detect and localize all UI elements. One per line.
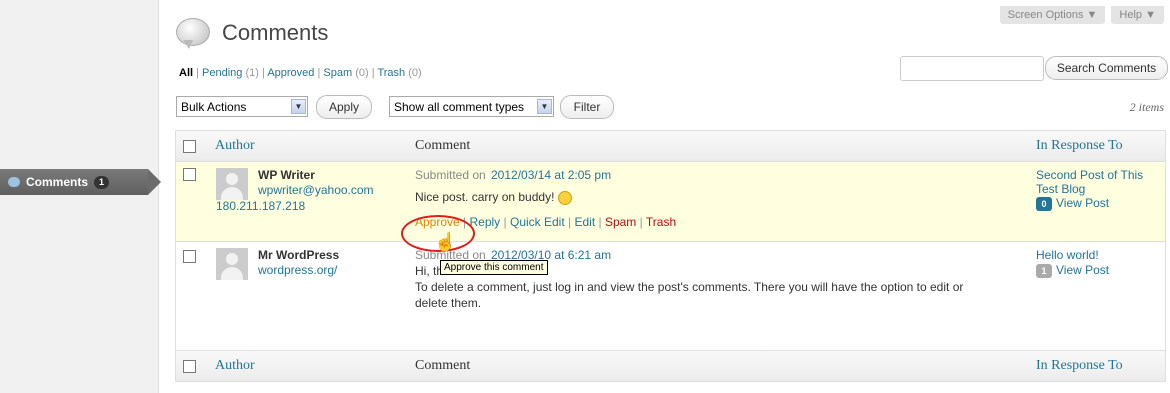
column-author[interactable]: Author: [215, 138, 255, 154]
response-view: 1 View Post: [1036, 263, 1109, 278]
filter-button[interactable]: Filter: [560, 95, 614, 119]
bulk-actions-select[interactable]: Bulk Actions ▼: [176, 96, 308, 117]
spam-link[interactable]: Spam: [605, 215, 636, 229]
response-view: 0 View Post: [1036, 196, 1109, 211]
search-input[interactable]: [900, 56, 1044, 81]
comments-table: Author Comment In Response To WP Writer …: [175, 130, 1166, 382]
filter-trash[interactable]: Trash: [377, 67, 405, 79]
pending-count: (1): [245, 67, 259, 79]
column-response[interactable]: In Response To: [1036, 138, 1123, 154]
chevron-down-icon: ▼: [537, 99, 552, 114]
comment-count-bubble-icon[interactable]: 0: [1036, 196, 1052, 211]
quick-edit-link[interactable]: Quick Edit: [510, 215, 565, 229]
table-row: Mr WordPress wordpress.org/ Submitted on…: [176, 241, 1165, 350]
spam-count: (0): [355, 67, 369, 79]
comment-body: Nice post. carry on buddy!: [415, 190, 555, 204]
apply-button[interactable]: Apply: [316, 95, 372, 119]
author-name: WP Writer: [258, 168, 315, 182]
response-post-link[interactable]: Hello world!: [1036, 248, 1099, 262]
table-header: Author Comment In Response To: [176, 131, 1165, 161]
bulk-actions-value: Bulk Actions: [181, 100, 247, 114]
column-author[interactable]: Author: [215, 358, 255, 374]
author-email[interactable]: wpwriter@yahoo.com: [258, 183, 374, 197]
author-url[interactable]: wordpress.org/: [258, 263, 337, 277]
help-button[interactable]: Help ▼: [1111, 6, 1164, 24]
page-title: Comments: [222, 20, 329, 45]
filter-all[interactable]: All: [179, 67, 193, 79]
admin-sidebar: [0, 0, 159, 393]
view-post-link[interactable]: View Post: [1056, 263, 1109, 277]
comment-line: delete them.: [415, 296, 482, 310]
approve-tooltip: Approve this comment: [440, 260, 548, 275]
trash-link[interactable]: Trash: [646, 215, 676, 229]
author-ip[interactable]: 180.211.187.218: [216, 199, 305, 213]
screen-meta-links: Screen Options ▼ Help ▼: [999, 6, 1164, 24]
edit-link[interactable]: Edit: [574, 215, 595, 229]
view-post-link[interactable]: View Post: [1056, 196, 1109, 210]
comment-bubble-icon: [8, 177, 20, 187]
row-checkbox[interactable]: [183, 250, 196, 263]
hand-cursor-icon: ☝: [434, 232, 457, 252]
comments-page-icon: [176, 18, 210, 46]
select-all-checkbox[interactable]: [183, 360, 196, 373]
column-comment: Comment: [415, 358, 471, 373]
avatar: [216, 248, 248, 280]
submitted-date[interactable]: 2012/03/14 at 2:05 pm: [491, 168, 611, 182]
row-checkbox[interactable]: [183, 168, 196, 181]
reply-link[interactable]: Reply: [470, 215, 501, 229]
search-comments-button[interactable]: Search Comments: [1045, 56, 1168, 80]
filter-spam[interactable]: Spam: [323, 67, 352, 79]
filter-pending[interactable]: Pending: [202, 67, 242, 79]
sidebar-item-label: Comments: [26, 175, 89, 189]
items-count: 2 items: [1129, 100, 1164, 114]
table-footer: Author Comment In Response To: [176, 350, 1165, 381]
screen-options-button[interactable]: Screen Options ▼: [999, 6, 1106, 24]
submitted-prefix: Submitted on: [415, 168, 486, 182]
comment-text: Nice post. carry on buddy!: [415, 190, 573, 205]
pending-count-badge: 1: [94, 175, 110, 189]
column-comment: Comment: [415, 138, 471, 153]
column-response[interactable]: In Response To: [1036, 358, 1123, 374]
response-post-link[interactable]: Second Post of This Test Blog: [1036, 168, 1151, 196]
chevron-down-icon: ▼: [291, 99, 306, 114]
smiley-icon: [558, 190, 573, 205]
comments-page-icon-tail: [183, 40, 193, 49]
comment-line: To delete a comment, just log in and vie…: [415, 280, 964, 294]
sidebar-item-comments[interactable]: Comments 1: [0, 169, 161, 195]
comment-type-value: Show all comment types: [394, 100, 525, 114]
status-filter-links: All | Pending (1) | Approved | Spam (0) …: [179, 67, 422, 79]
author-name: Mr WordPress: [258, 248, 340, 262]
trash-count: (0): [408, 67, 422, 79]
comment-count-bubble-icon[interactable]: 1: [1036, 263, 1052, 278]
select-all-checkbox[interactable]: [183, 140, 196, 153]
avatar: [216, 168, 248, 200]
table-row: WP Writer wpwriter@yahoo.com 180.211.187…: [176, 161, 1165, 241]
filter-approved[interactable]: Approved: [267, 67, 314, 79]
comment-type-select[interactable]: Show all comment types ▼: [389, 96, 554, 117]
